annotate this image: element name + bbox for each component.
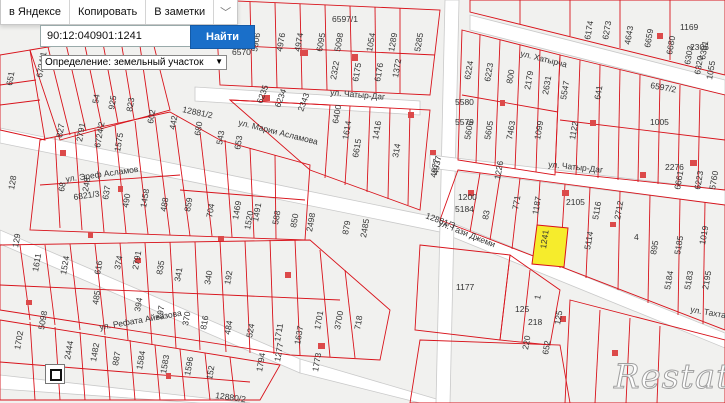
- parcel-number: 83: [480, 209, 492, 220]
- watermark-logo: Restate: [614, 357, 725, 398]
- parcel-number: 125: [515, 304, 529, 314]
- parcel-number: 1005: [650, 117, 669, 127]
- parcel-number: 68: [56, 181, 68, 192]
- parcel-number: 4: [634, 232, 639, 242]
- parcel-number: 1177: [456, 282, 475, 292]
- parcel-number: 1169: [680, 22, 699, 32]
- definition-label: Определение:: [45, 57, 112, 68]
- parcel-number: 2306: [690, 42, 709, 52]
- definition-select[interactable]: Определение: земельный участок ▼: [41, 55, 227, 70]
- copy-button[interactable]: Копировать: [70, 0, 147, 24]
- chevron-down-icon: ▼: [215, 57, 223, 66]
- add-to-notes-button[interactable]: В заметки: [146, 0, 215, 24]
- find-button[interactable]: Найти: [190, 25, 255, 49]
- parcel-number: 5580: [455, 97, 474, 107]
- square-icon: [50, 369, 62, 381]
- fullscreen-toggle[interactable]: [45, 364, 65, 384]
- definition-value: земельный участок: [114, 57, 204, 68]
- text-selection-popup: в Яндексе Копировать В заметки ﹀: [0, 0, 239, 25]
- parcel-number: 1200: [458, 192, 477, 202]
- parcel-number: 2105: [566, 197, 585, 207]
- search-box: Найти: [40, 25, 255, 49]
- parcel-number: 218: [528, 317, 542, 327]
- parcel-number: 54: [90, 93, 102, 104]
- cadastral-number-input[interactable]: [41, 27, 191, 45]
- parcel-number: 5184: [455, 204, 474, 214]
- quarter-label: 6597/1: [332, 14, 358, 24]
- search-yandex-button[interactable]: в Яндексе: [1, 0, 71, 24]
- chevron-down-icon[interactable]: ﹀: [214, 0, 237, 24]
